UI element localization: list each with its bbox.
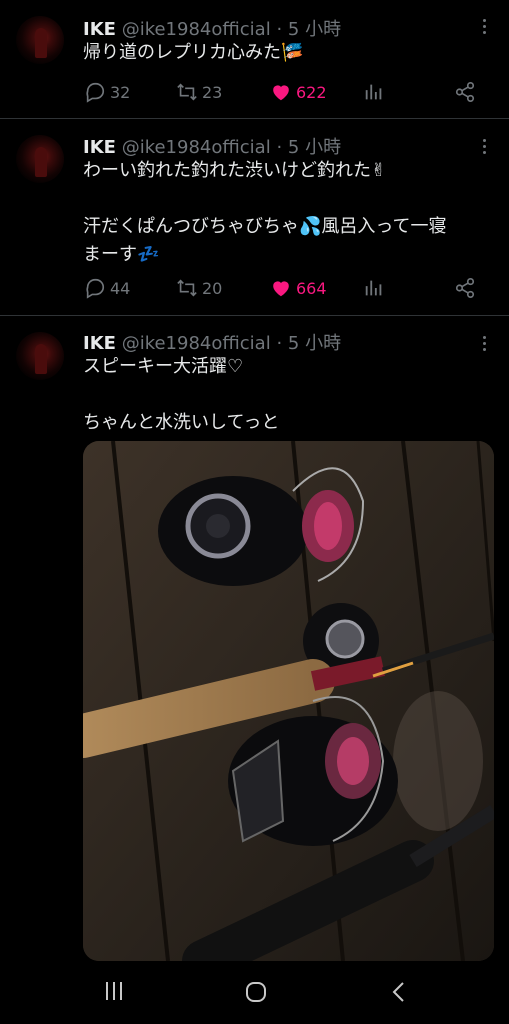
tweet-header: IKE @ike1984official · 5 小時	[83, 133, 341, 159]
separator: ·	[276, 137, 283, 158]
author-handle[interactable]: @ike1984official	[122, 333, 271, 354]
like-button[interactable]: 664	[270, 276, 327, 300]
photo-image	[83, 441, 494, 961]
home-button[interactable]	[244, 980, 268, 1008]
tweet-2[interactable]: IKE @ike1984official · 5 小時 わーい釣れた釣れた渋いけ…	[0, 119, 509, 316]
views-icon	[365, 84, 382, 100]
tweet-actions: 32 23 622	[84, 80, 484, 104]
tweet-header: IKE @ike1984official · 5 小時	[83, 329, 341, 355]
reply-icon	[86, 278, 105, 299]
heart-icon	[273, 85, 289, 101]
share-button[interactable]	[454, 80, 476, 104]
separator: ·	[276, 333, 283, 354]
share-icon	[455, 82, 475, 102]
author-handle[interactable]: @ike1984official	[122, 137, 271, 158]
like-count: 622	[296, 82, 327, 102]
views-button[interactable]	[363, 276, 385, 300]
avatar[interactable]	[16, 16, 64, 64]
heart-icon	[273, 281, 289, 297]
tweet-header: IKE @ike1984official · 5 小時	[83, 15, 341, 41]
avatar[interactable]	[16, 332, 64, 380]
share-button[interactable]	[454, 276, 476, 300]
reply-icon	[86, 82, 105, 103]
tweet-actions: 44 20 664	[84, 276, 484, 300]
back-button[interactable]	[390, 980, 408, 1008]
like-count: 664	[296, 278, 327, 298]
back-icon	[392, 982, 404, 1002]
tweet-text: スピーキー大活躍♡ ちゃんと水洗いしてっと	[83, 356, 280, 433]
author-handle[interactable]: @ike1984official	[122, 19, 271, 40]
home-icon	[246, 982, 266, 1002]
views-icon	[365, 280, 382, 296]
timestamp[interactable]: 5 小時	[288, 333, 341, 354]
author-name[interactable]: IKE	[83, 19, 116, 40]
retweet-icon	[177, 279, 197, 297]
author-name[interactable]: IKE	[83, 333, 116, 354]
timestamp[interactable]: 5 小時	[288, 137, 341, 158]
retweet-icon	[177, 83, 197, 101]
retweet-button[interactable]: 23	[176, 80, 222, 104]
tweet-photo[interactable]	[83, 441, 494, 961]
reply-count: 44	[110, 278, 131, 298]
tweet-text: わーい釣れた釣れた渋いけど釣れた✌ 汗だくぱんつびちゃびちゃ💦風呂入って一寝 ま…	[83, 160, 447, 265]
tweet-1[interactable]: IKE @ike1984official · 5 小時 帰り道のレプリカ心みた🎏…	[0, 0, 509, 119]
more-icon[interactable]	[483, 336, 487, 351]
reply-button[interactable]: 32	[84, 80, 130, 104]
reply-count: 32	[110, 82, 131, 102]
more-icon[interactable]	[483, 139, 487, 154]
tweet-text: 帰り道のレプリカ心みた🎏	[83, 42, 304, 63]
share-icon	[455, 278, 475, 298]
author-name[interactable]: IKE	[83, 137, 116, 158]
recent-apps-icon	[106, 982, 122, 1000]
separator: ·	[276, 19, 283, 40]
system-nav-bar	[0, 962, 509, 1024]
views-button[interactable]	[363, 80, 385, 104]
like-button[interactable]: 622	[270, 80, 327, 104]
recent-apps-button[interactable]	[104, 980, 124, 1006]
retweet-count: 23	[202, 82, 223, 102]
avatar[interactable]	[16, 135, 64, 183]
retweet-button[interactable]: 20	[176, 276, 222, 300]
timestamp[interactable]: 5 小時	[288, 19, 341, 40]
more-icon[interactable]	[483, 19, 487, 34]
reply-button[interactable]: 44	[84, 276, 130, 300]
retweet-count: 20	[202, 278, 223, 298]
